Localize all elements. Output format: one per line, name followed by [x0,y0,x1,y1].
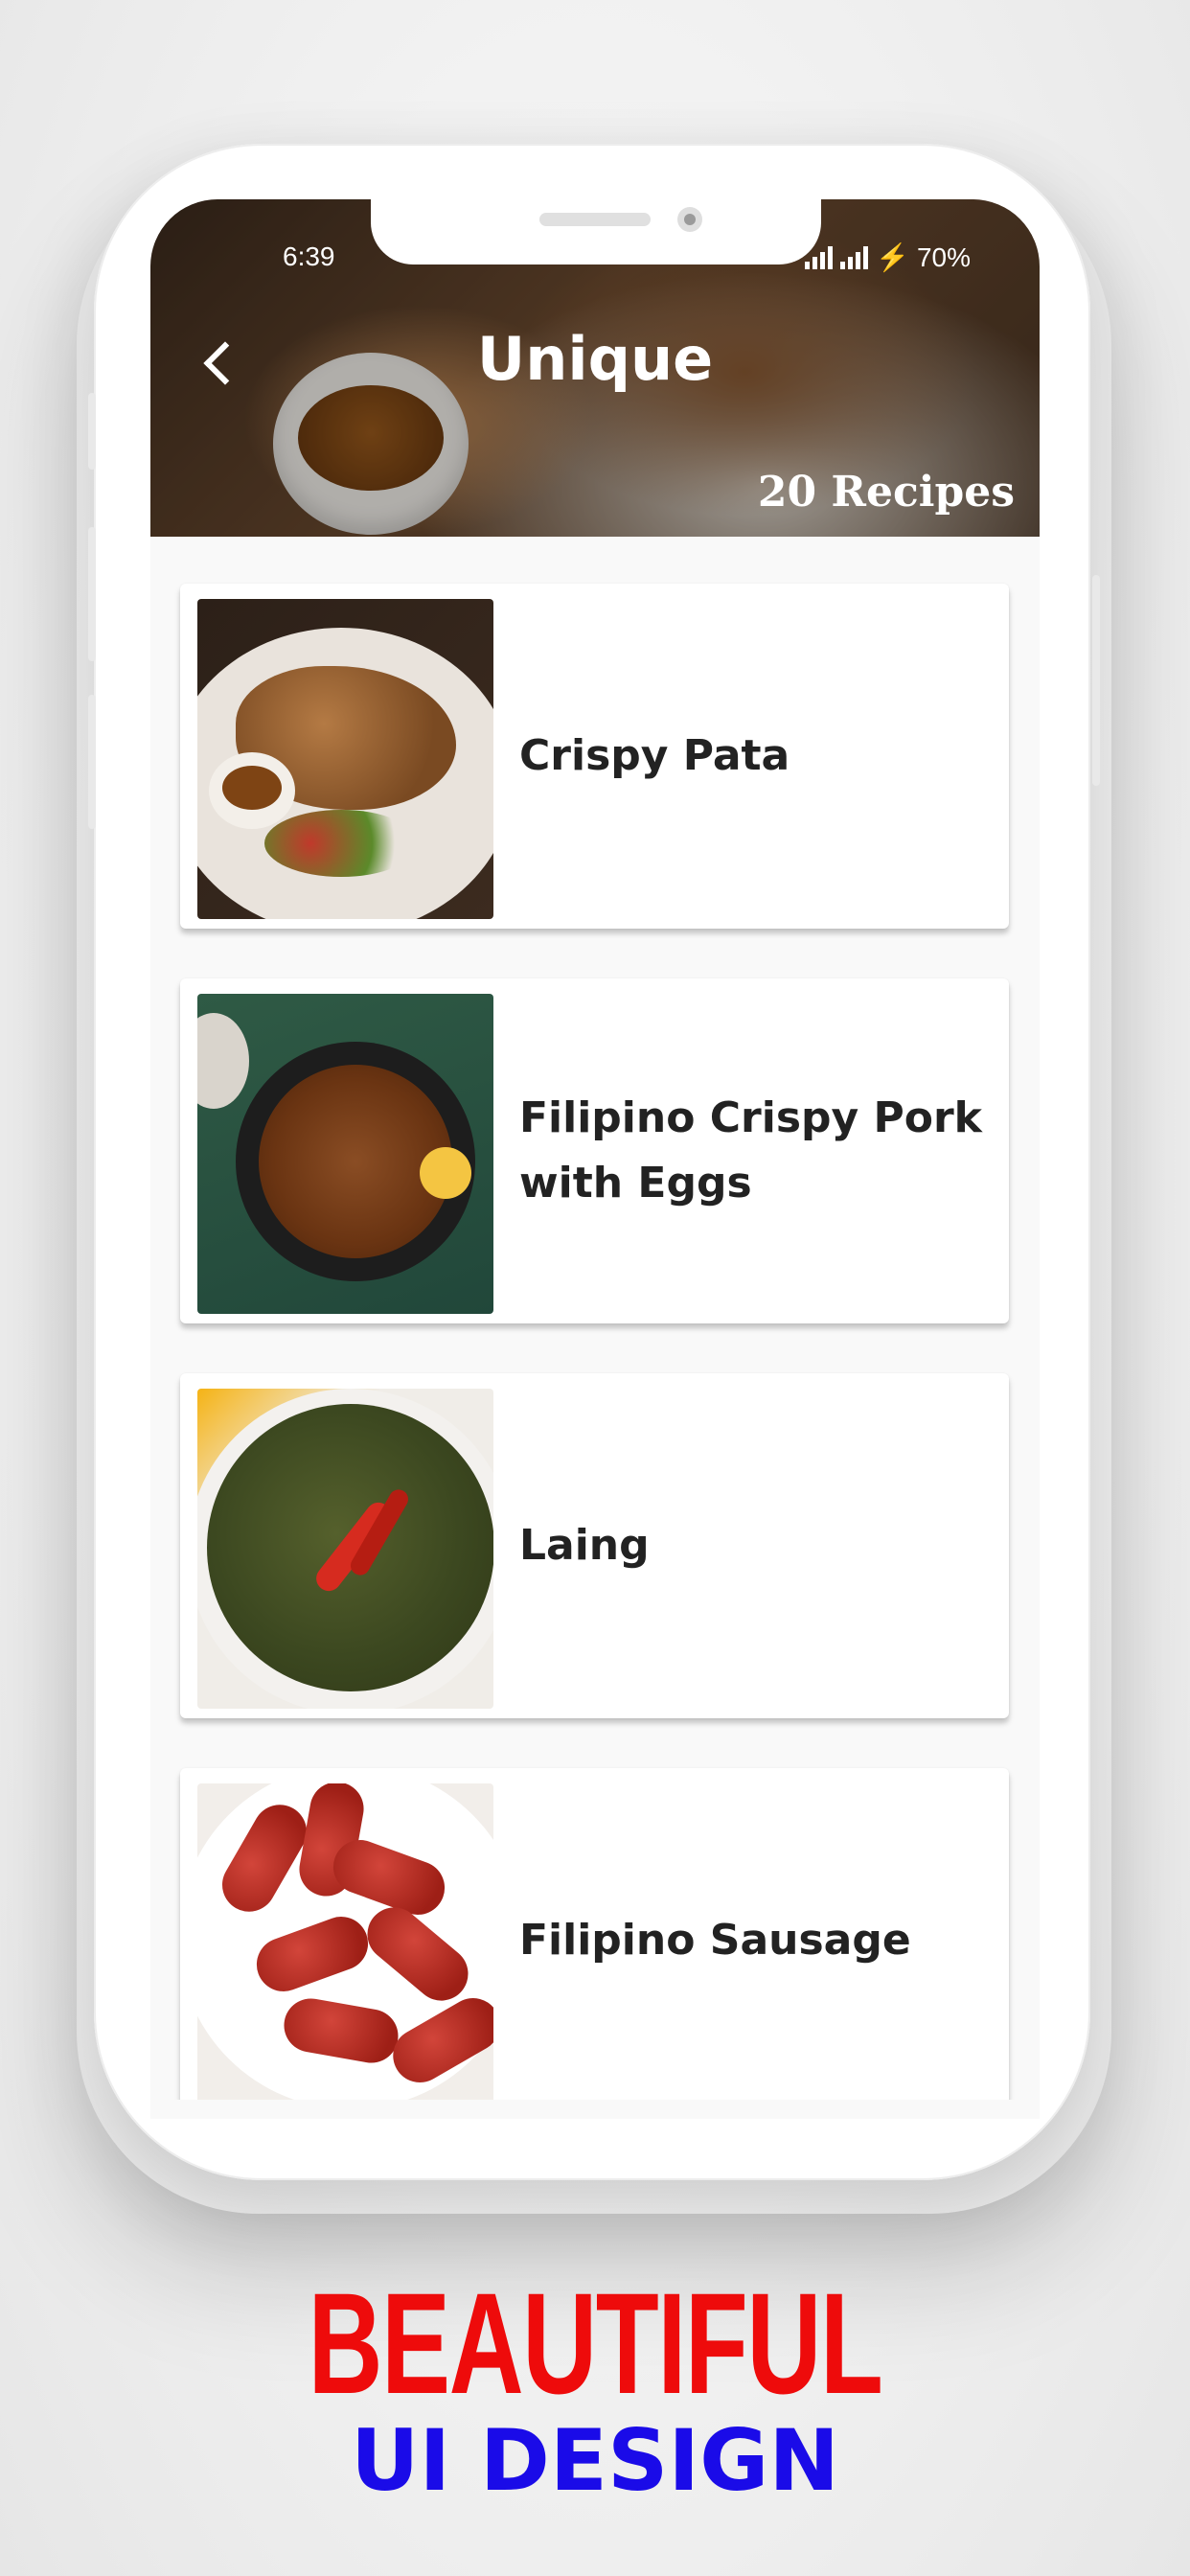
page-title: Unique [476,324,714,394]
charging-icon: ⚡ [876,242,909,272]
volume-up-button [88,527,96,661]
battery-level: 70% [916,242,971,272]
status-time: 6:39 [283,242,335,271]
speaker [539,213,651,226]
list-bottom-edge [150,2100,1040,2119]
promo-headline: BEAUTIFUL [308,2263,883,2424]
recipe-card-laing[interactable]: Laing [180,1373,1009,1718]
volume-down-button [88,695,96,829]
camera [677,207,702,232]
notch [371,199,821,264]
app-screen: 6:39 ⚡ 70% Unique 20 Recipes Crispy Pata… [150,199,1040,2119]
recipe-card-crispy-pata[interactable]: Crispy Pata [180,584,1009,929]
recipe-image [197,994,493,1314]
signal-2-icon [840,245,869,269]
recipe-title: Filipino Sausage [519,1916,911,1965]
power-button [1092,575,1100,786]
recipe-count: 20 Recipes [757,468,1015,517]
promo-subheadline: UI DESIGN [351,2411,839,2510]
status-icons: ⚡ 70% [805,242,971,273]
recipe-title: Crispy Pata [519,731,790,780]
signal-icon [805,245,834,269]
recipe-title: Laing [519,1521,650,1570]
recipe-title: Filipino Crispy Pork with Eggs [519,1093,982,1208]
recipe-image [197,1389,493,1709]
recipe-image [197,1783,493,2104]
recipe-card-filipino-crispy-pork[interactable]: Filipino Crispy Pork with Eggs [180,978,1009,1323]
volume-button [88,393,96,470]
recipe-card-filipino-sausage[interactable]: Filipino Sausage [180,1768,1009,2113]
recipe-image [197,599,493,919]
